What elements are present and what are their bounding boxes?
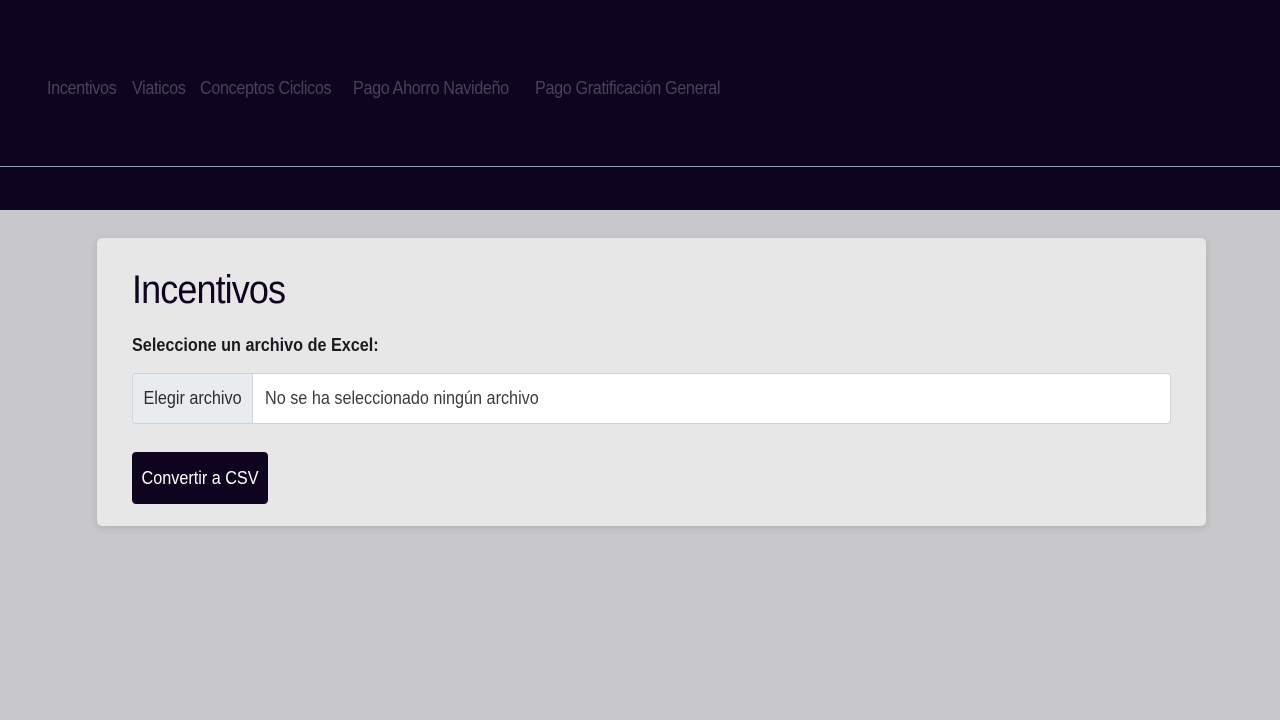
convert-to-csv-button[interactable]: Convertir a CSV — [132, 452, 268, 504]
file-field-label: Seleccione un archivo de Excel: — [132, 335, 379, 355]
nav-item-viaticos[interactable]: Viaticos — [132, 78, 186, 99]
header-divider — [0, 166, 1280, 167]
nav-item-incentivos[interactable]: Incentivos — [47, 78, 117, 99]
excel-file-input[interactable]: Elegir archivo No se ha seleccionado nin… — [132, 373, 1171, 424]
file-status-text: No se ha seleccionado ningún archivo — [265, 388, 539, 408]
top-header: Incentivos Viaticos Conceptos Ciclicos P… — [0, 0, 1280, 210]
file-status: No se ha seleccionado ningún archivo — [253, 374, 569, 423]
choose-file-button[interactable]: Elegir archivo — [133, 374, 253, 423]
page-title: Incentivos — [132, 268, 286, 312]
nav-item-pago-gratificacion-general[interactable]: Pago Gratificación General — [535, 78, 721, 99]
choose-file-label: Elegir archivo — [143, 388, 242, 408]
upload-card: Incentivos Seleccione un archivo de Exce… — [97, 238, 1206, 526]
nav-item-conceptos-ciclicos[interactable]: Conceptos Ciclicos — [200, 78, 332, 99]
main-nav: Incentivos Viaticos Conceptos Ciclicos P… — [47, 74, 732, 102]
convert-button-label: Convertir a CSV — [141, 467, 259, 488]
nav-item-pago-ahorro-navideno[interactable]: Pago Ahorro Navideño — [353, 78, 509, 99]
